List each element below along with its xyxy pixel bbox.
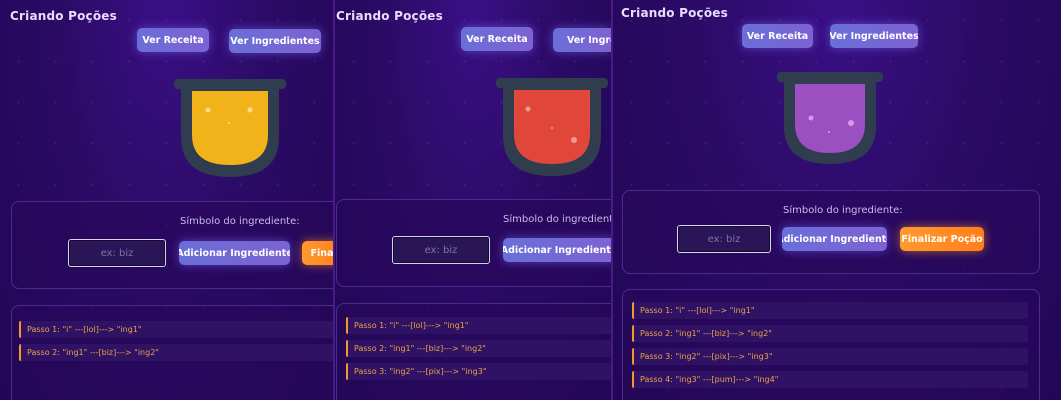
view-ingredients-button[interactable]: Ver Ingredientes [830,24,918,48]
step-item: Passo 1: "i" ---[lol]---> "ing1" [632,302,1028,319]
ingredient-input[interactable]: ex: biz [392,236,490,264]
ingredient-symbol-label: Símbolo do ingrediente: [180,216,300,227]
step-item: Passo 1: "i" ---[lol]---> "ing1" [346,317,611,334]
step-item: Passo 2: "ing1" ---[biz]---> "ing2" [19,344,333,361]
ingredient-symbol-label: Símbolo do ingrediente: [783,205,903,216]
ingredient-form: Símbolo do ingrediente: ex: biz Adiciona… [336,199,611,287]
ingredient-symbol-label: Símbolo do ingrediente: [503,214,611,225]
steps-panel: Passo 1: "i" ---[lol]---> "ing1" Passo 2… [622,289,1040,400]
cauldron-icon [777,72,883,164]
finish-potion-button[interactable]: Finalizar Poção [900,227,984,251]
add-ingredient-button[interactable]: Adicionar Ingrediente [782,227,887,251]
view-recipe-button[interactable]: Ver Receita [461,27,533,51]
steps-panel: Passo 1: "i" ---[lol]---> "ing1" Passo 2… [11,305,333,400]
panel-2: Criando Poções Ver Receita Ver Ingredie … [335,0,611,400]
steps-panel: Passo 1: "i" ---[lol]---> "ing1" Passo 2… [336,303,611,400]
app-title: Criando Poções [10,9,117,23]
add-ingredient-button[interactable]: Adicionar Ingrediente [179,241,290,265]
ingredient-input[interactable]: ex: biz [68,239,166,267]
add-ingredient-button[interactable]: Adicionar Ingrediente [503,238,611,262]
step-item: Passo 3: "ing2" ---[pix]---> "ing3" [632,348,1028,365]
step-item: Passo 2: "ing1" ---[biz]---> "ing2" [632,325,1028,342]
panel-1: Criando Poções Ver Receita Ver Ingredien… [0,0,333,400]
view-recipe-button[interactable]: Ver Receita [137,28,209,52]
step-item: Passo 2: "ing1" ---[biz]---> "ing2" [346,340,611,357]
panel-3: Criando Poções Ver Receita Ver Ingredien… [613,0,1061,400]
step-item: Passo 4: "ing3" ---[pum]---> "ing4" [632,371,1028,388]
ingredient-form: Símbolo do ingrediente: ex: biz Adiciona… [622,190,1040,274]
view-recipe-button[interactable]: Ver Receita [742,24,813,48]
step-item: Passo 1: "i" ---[lol]---> "ing1" [19,321,333,338]
app-title: Criando Poções [621,6,728,20]
view-ingredients-button[interactable]: Ver Ingredie [553,28,611,52]
finish-potion-button[interactable]: Fina [302,241,333,265]
ingredient-form: Símbolo do ingrediente: ex: biz Adiciona… [11,201,333,289]
ingredient-input[interactable]: ex: biz [677,225,771,253]
cauldron-icon [496,78,608,176]
view-ingredients-button[interactable]: Ver Ingredientes [229,29,321,53]
app-title: Criando Poções [336,9,443,23]
step-item: Passo 3: "ing2" ---[pix]---> "ing3" [346,363,611,380]
cauldron-icon [174,79,286,177]
